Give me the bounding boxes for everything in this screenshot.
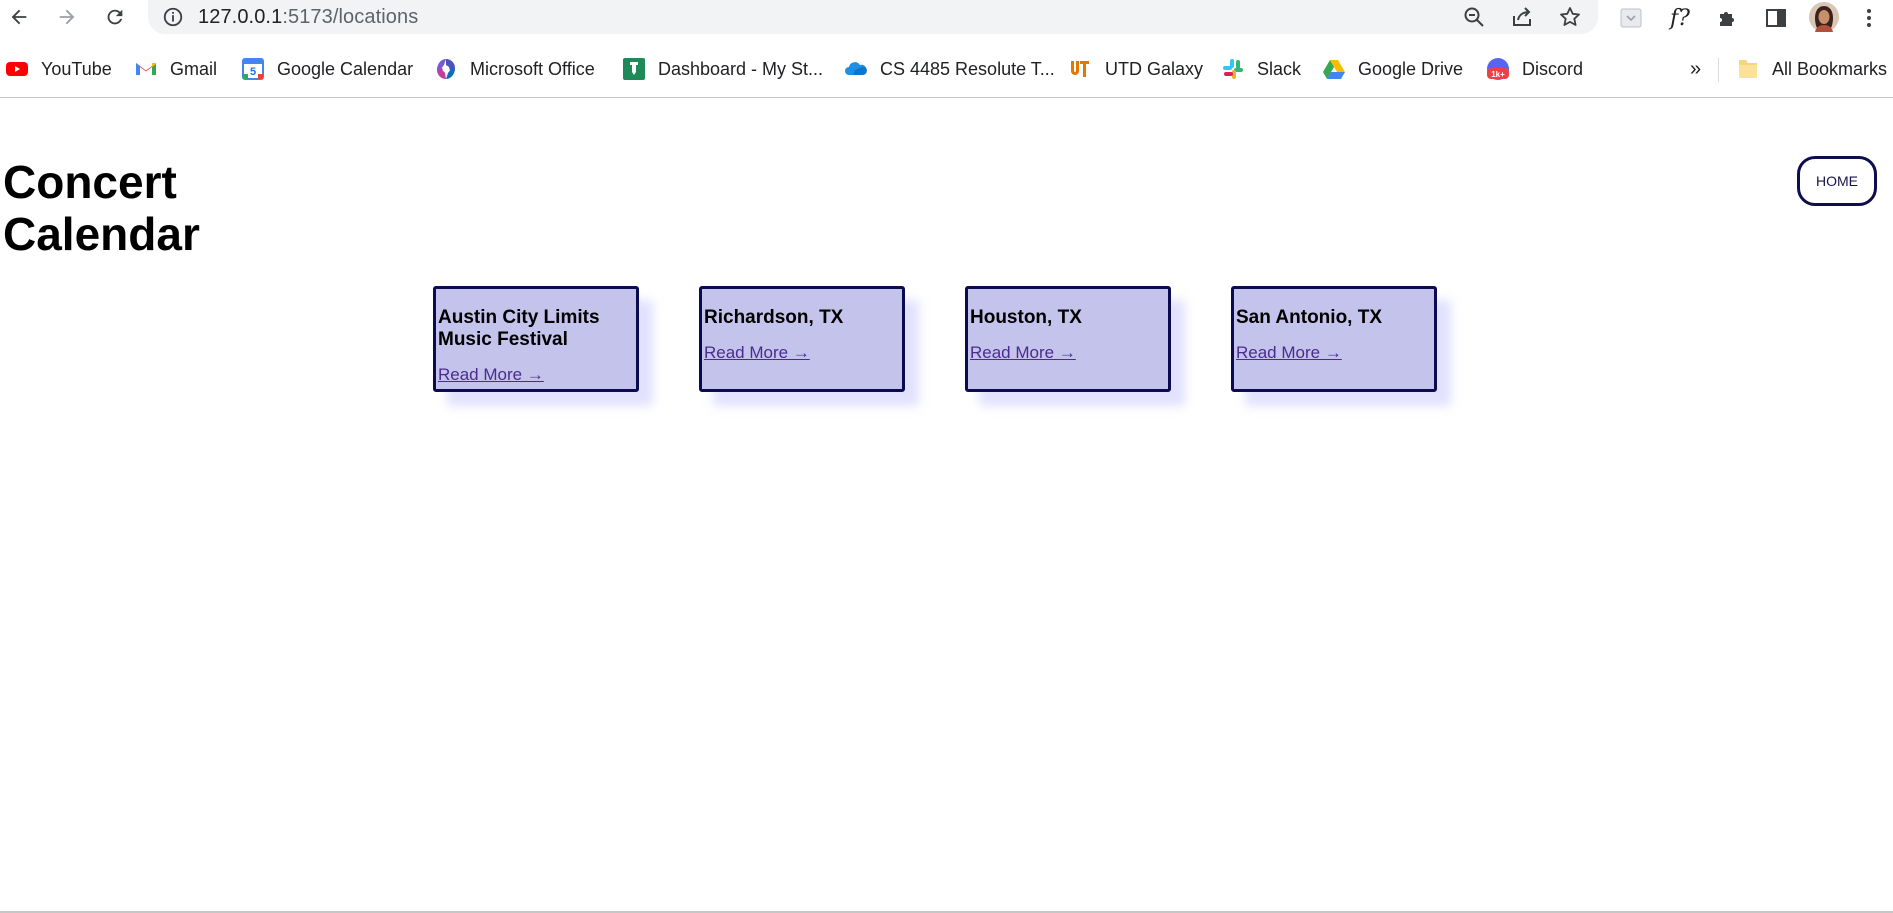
bookmark-label: Google Drive — [1358, 58, 1464, 79]
slack-icon — [1221, 57, 1245, 81]
url-path: :5173/locations — [282, 6, 419, 28]
side-panel-icon[interactable] — [1763, 5, 1789, 31]
overflow-chevron-icon: » — [1690, 57, 1702, 80]
read-more-link[interactable]: Read More → — [970, 343, 1076, 363]
info-icon[interactable] — [162, 6, 184, 28]
all-bookmarks-button[interactable]: All Bookmarks — [1736, 56, 1887, 82]
bookmark-label: Gmail — [170, 58, 218, 79]
google-calendar-icon: 5 — [241, 57, 265, 81]
bookmark-google-calendar[interactable]: 5 Google Calendar — [241, 56, 413, 82]
page-title-line-1: Concert — [3, 156, 177, 208]
youtube-icon — [5, 57, 29, 81]
reload-button[interactable] — [100, 2, 130, 32]
folder-icon — [1736, 57, 1760, 81]
url-text[interactable]: 127.0.0.1:5173/locations — [198, 6, 418, 29]
bookmark-utd-galaxy[interactable]: UTD Galaxy — [1069, 56, 1203, 82]
back-button[interactable] — [4, 2, 34, 32]
arrow-left-icon — [11, 9, 27, 25]
location-card-austin-city-limits: Austin City Limits Music Festival Read M… — [433, 286, 639, 392]
share-icon[interactable] — [1510, 5, 1534, 29]
bookmark-slack[interactable]: Slack — [1221, 56, 1301, 82]
bookmark-label: UTD Galaxy — [1105, 58, 1204, 79]
address-bar[interactable]: 127.0.0.1:5173/locations — [148, 0, 1598, 34]
bookmark-label: CS 4485 Resolute T... — [880, 58, 1055, 79]
bookmark-label: Dashboard - My St... — [658, 58, 824, 79]
bookmark-microsoft-office[interactable]: Microsoft Office — [434, 56, 595, 82]
bookmark-label: Slack — [1257, 58, 1302, 79]
forward-button[interactable] — [52, 2, 82, 32]
url-host: 127.0.0.1 — [198, 6, 283, 28]
avatar[interactable] — [1809, 2, 1839, 32]
bookmark-dashboard[interactable]: Dashboard - My St... — [622, 56, 823, 82]
google-drive-icon — [1322, 57, 1346, 81]
bookmark-discord[interactable]: 1k+ Discord — [1486, 56, 1583, 82]
location-card-san-antonio: San Antonio, TX Read More → — [1231, 286, 1437, 392]
browser-toolbar: 127.0.0.1:5173/locations f? — [0, 0, 1893, 34]
location-card-houston: Houston, TX Read More → — [965, 286, 1171, 392]
location-card-richardson: Richardson, TX Read More → — [699, 286, 905, 392]
formula-extension-icon[interactable]: f? — [1667, 5, 1693, 31]
card-title: Austin City Limits Music Festival — [438, 307, 600, 350]
formula-extension-label: f? — [1670, 5, 1690, 31]
bookmarks-bar: YouTube Gmail 5 Google Calendar Microsof… — [0, 52, 1893, 86]
bookmarks-separator — [1718, 58, 1719, 82]
bookmark-youtube[interactable]: YouTube — [5, 56, 112, 82]
puzzle-icon[interactable] — [1715, 5, 1741, 31]
bookmark-cs-4485[interactable]: CS 4485 Resolute T... — [844, 56, 1055, 82]
pocket-extension-icon[interactable] — [1618, 5, 1644, 31]
bookmark-label: YouTube — [41, 58, 112, 79]
calendar-day-number: 5 — [250, 66, 256, 78]
read-more-link[interactable]: Read More → — [438, 365, 544, 385]
bookmark-label: Google Calendar — [277, 58, 414, 79]
star-icon[interactable] — [1558, 5, 1582, 29]
bookmarks-overflow-button[interactable]: » — [1690, 56, 1701, 82]
home-button[interactable]: HOME — [1797, 156, 1877, 206]
page-title: Concert Calendar — [3, 156, 200, 260]
all-bookmarks-label: All Bookmarks — [1772, 58, 1888, 79]
bookmark-gmail[interactable]: Gmail — [134, 56, 217, 82]
card-title: Houston, TX — [970, 307, 1082, 328]
discord-badge-text: 1k+ — [1491, 70, 1505, 79]
reload-icon — [107, 9, 123, 25]
microsoft-office-icon — [434, 57, 458, 81]
read-more-link[interactable]: Read More → — [1236, 343, 1342, 363]
card-title: Richardson, TX — [704, 307, 844, 328]
dashboard-icon — [622, 57, 646, 81]
onedrive-icon — [844, 57, 868, 81]
arrow-right-icon — [59, 9, 75, 25]
bookmark-label: Microsoft Office — [470, 58, 595, 79]
page-title-line-2: Calendar — [3, 208, 200, 260]
card-title: San Antonio, TX — [1236, 307, 1383, 328]
chrome-divider — [0, 97, 1893, 98]
bookmark-google-drive[interactable]: Google Drive — [1322, 56, 1463, 82]
read-more-link[interactable]: Read More → — [704, 343, 810, 363]
utd-galaxy-icon — [1069, 57, 1093, 81]
gmail-icon — [134, 57, 158, 81]
zoom-out-icon[interactable] — [1462, 5, 1486, 29]
bookmark-label: Discord — [1522, 58, 1584, 79]
more-menu-icon[interactable] — [1856, 5, 1882, 31]
discord-icon: 1k+ — [1486, 57, 1510, 81]
